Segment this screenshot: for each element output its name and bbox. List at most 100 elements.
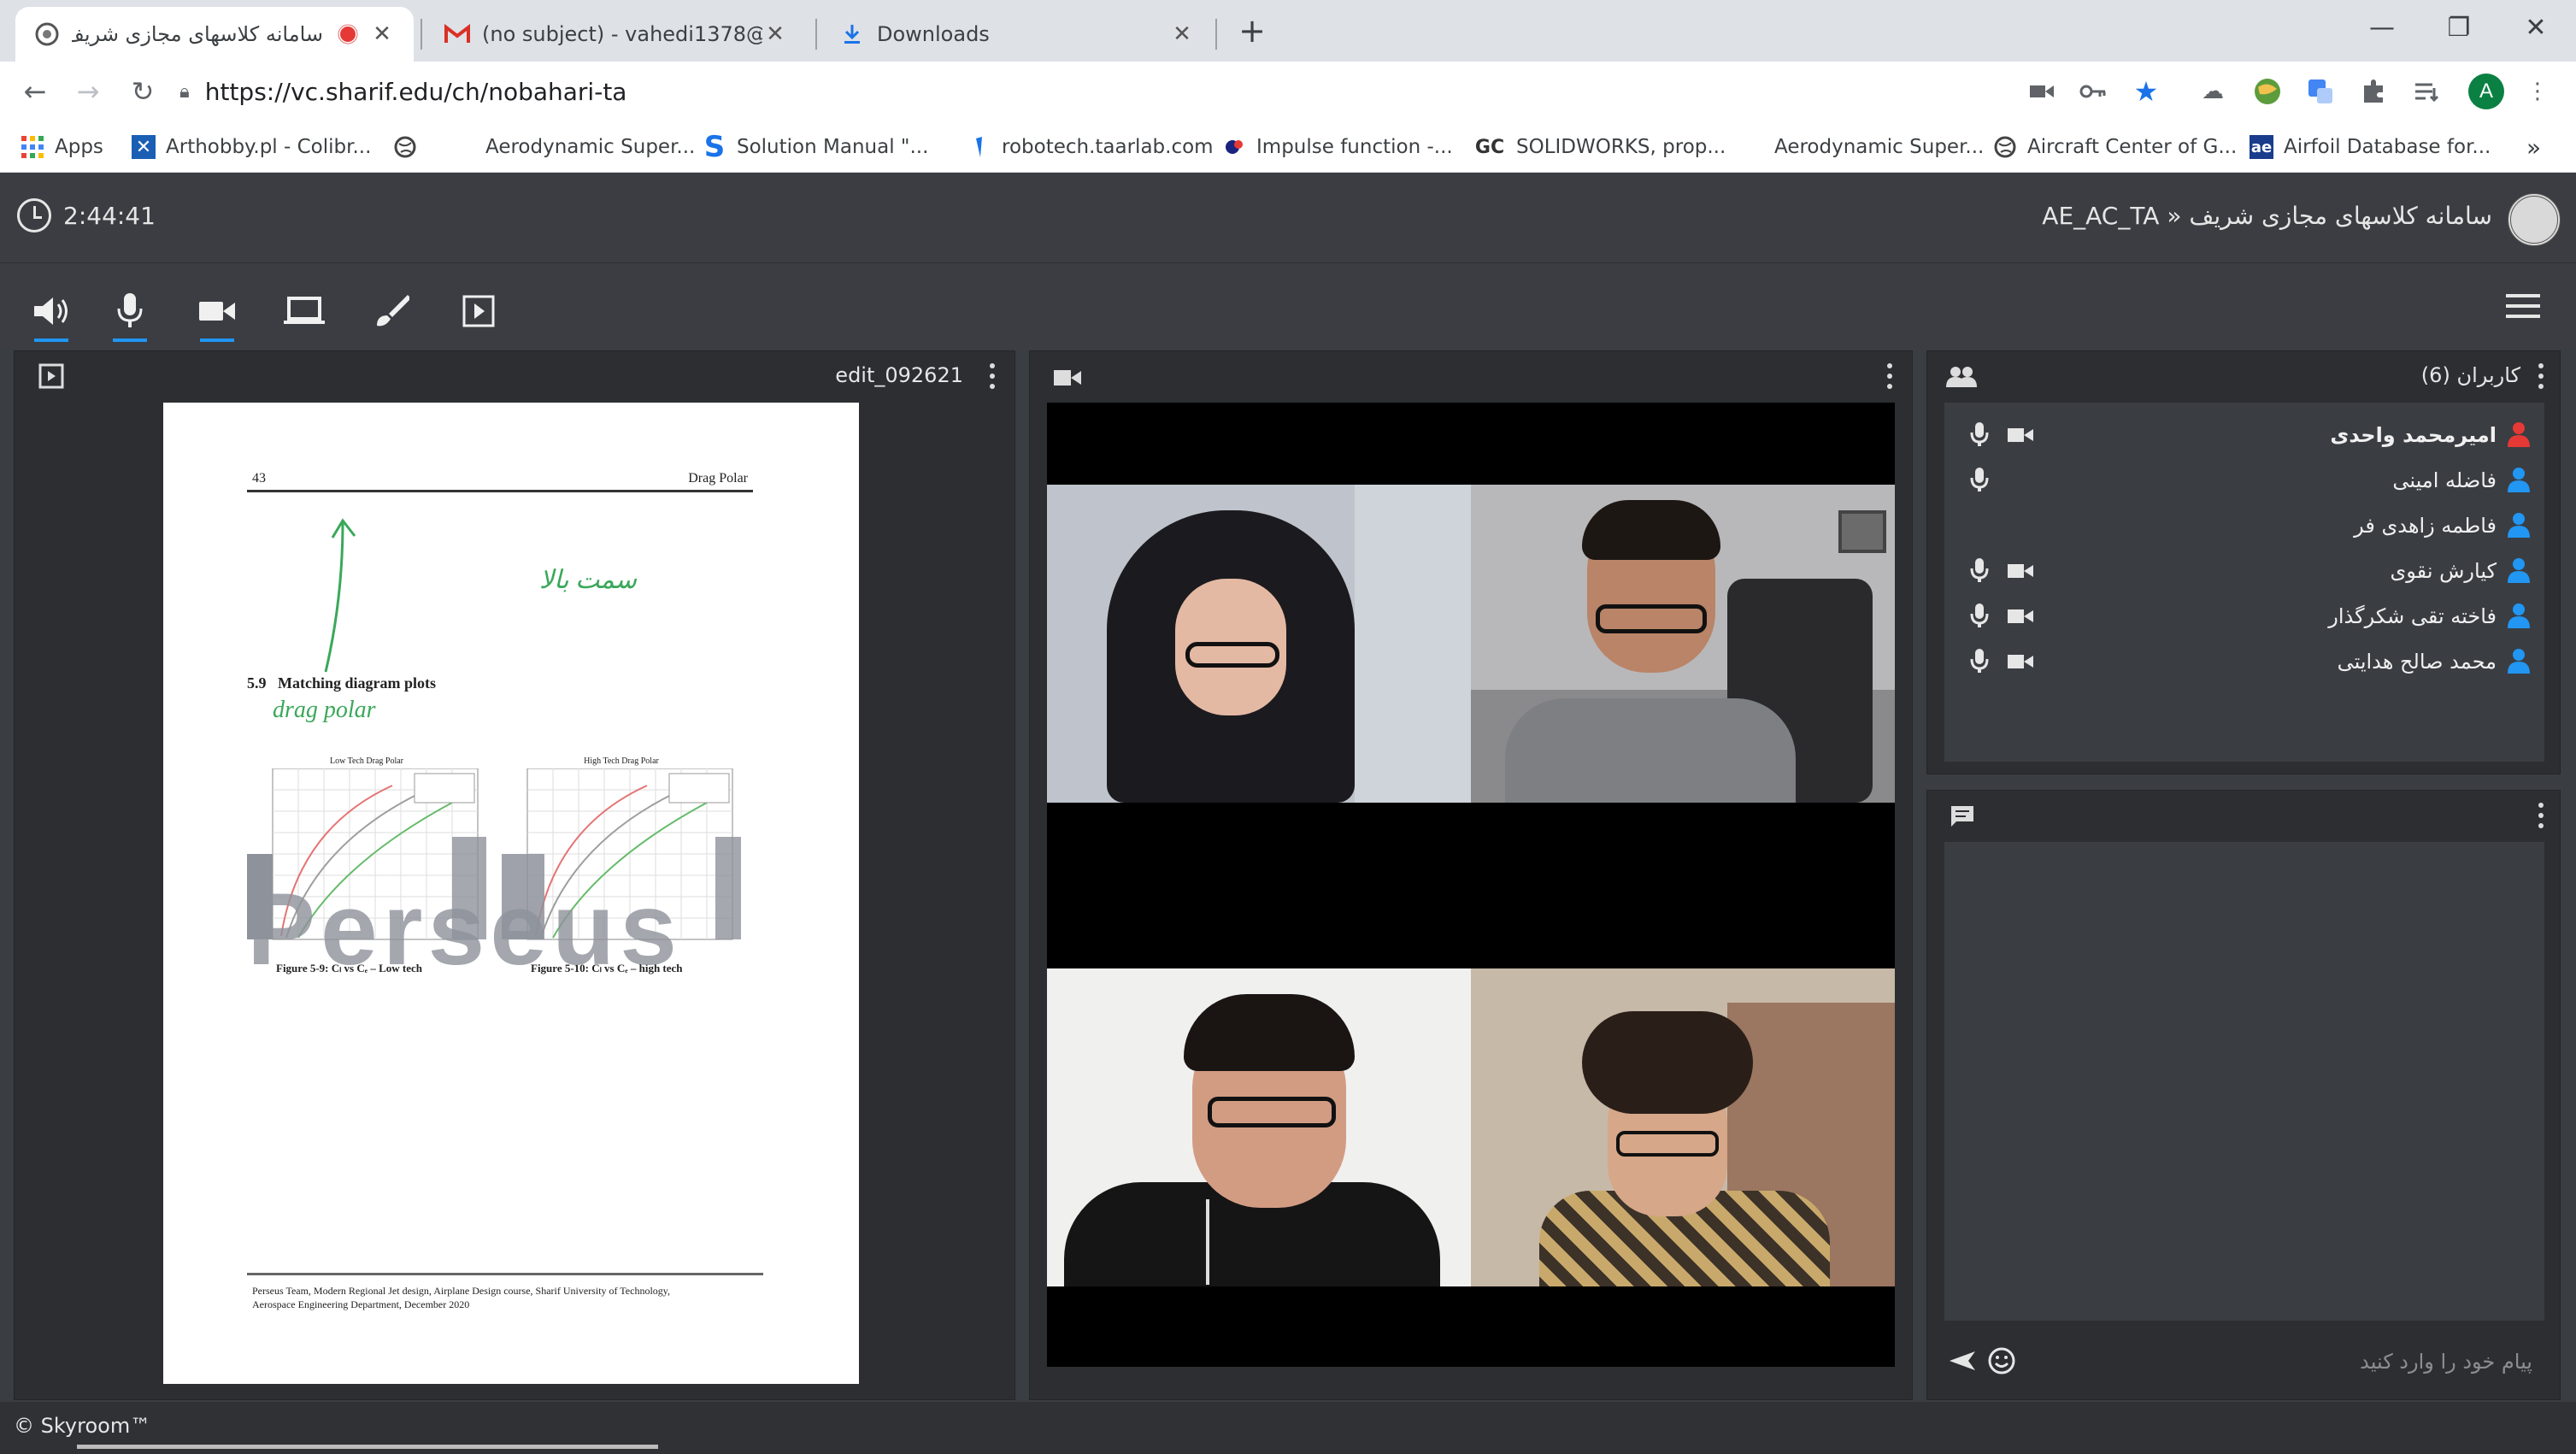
- reading-list-icon[interactable]: [2410, 75, 2443, 108]
- sharif-logo-icon: [34, 21, 60, 47]
- microphone-icon[interactable]: [1970, 648, 1989, 677]
- send-icon[interactable]: [1948, 1348, 1977, 1374]
- video-tile-participant-4[interactable]: [1471, 968, 1895, 1286]
- video-camera-icon[interactable]: [2008, 608, 2033, 628]
- bookmarks-bar: Apps ✕ Arthobby.pl - Colibr... Aerodynam…: [0, 121, 2576, 173]
- more-vertical-icon[interactable]: [1885, 363, 1895, 389]
- forward-arrow-icon[interactable]: →: [68, 72, 108, 111]
- whiteboard-button[interactable]: [368, 287, 415, 335]
- camera-indicator-icon[interactable]: [2026, 75, 2058, 108]
- microphone-button[interactable]: [106, 287, 154, 342]
- hamburger-menu-icon[interactable]: [2506, 294, 2540, 320]
- header-rule: [247, 490, 753, 492]
- bookmark-apps[interactable]: Apps: [21, 130, 103, 164]
- more-vertical-icon[interactable]: [2536, 363, 2546, 389]
- microphone-icon[interactable]: [1970, 603, 1989, 632]
- timer-text: 2:44:41: [63, 201, 156, 230]
- background-shelf: [1355, 485, 1471, 803]
- translate-icon[interactable]: [2304, 75, 2337, 108]
- screen-share-button[interactable]: [280, 287, 328, 335]
- bookmark-taarlab[interactable]: robotech.taarlab.com: [967, 130, 1214, 164]
- url-input[interactable]: 🔒︎ https://vc.sharif.edu/ch/nobahari-ta: [179, 70, 1966, 113]
- back-arrow-icon[interactable]: ←: [15, 72, 55, 111]
- bookmark-airfoil-db[interactable]: ae Airfoil Database for...: [2250, 130, 2491, 164]
- close-icon[interactable]: ✕: [369, 21, 395, 47]
- browser-tab-strip: سامانه کلاسهای مجازی شریف ✕ (no subject)…: [0, 0, 2576, 62]
- app-footer: © Skyroom™: [0, 1402, 2576, 1454]
- more-vertical-icon[interactable]: ⋮: [2521, 75, 2554, 108]
- tab-downloads[interactable]: Downloads ✕: [820, 7, 1214, 62]
- microphone-icon: [117, 293, 143, 327]
- video-tile-participant-3[interactable]: [1047, 968, 1471, 1286]
- taarlab-icon: [967, 135, 991, 159]
- bookmarks-overflow-icon[interactable]: »: [2526, 130, 2541, 164]
- user-list-item[interactable]: فاطمه زاهدی فر: [1944, 503, 2544, 550]
- camera-button[interactable]: [193, 287, 241, 342]
- emoji-icon[interactable]: [1987, 1346, 2016, 1375]
- tab-title: سامانه کلاسهای مجازی شریف: [72, 22, 323, 46]
- bookmark-solution-manual[interactable]: S Solution Manual "...: [703, 130, 929, 164]
- close-window-button[interactable]: ✕: [2497, 7, 2574, 50]
- minimize-button[interactable]: —: [2344, 7, 2420, 50]
- profile-avatar[interactable]: A: [2468, 74, 2504, 109]
- s-icon: S: [703, 130, 726, 164]
- new-tab-button[interactable]: +: [1235, 12, 1269, 50]
- bookmark-aircraft-center[interactable]: Aircraft Center of G...: [1993, 130, 2237, 164]
- video-tile-participant-2[interactable]: [1471, 485, 1895, 803]
- users-panel-title: کاربران (6): [2420, 363, 2520, 387]
- play-box-icon: [462, 295, 495, 327]
- extension-globe-icon[interactable]: [2251, 75, 2284, 108]
- chat-input[interactable]: پیام خود را وارد کنید: [1944, 1334, 2544, 1389]
- chat-placeholder: پیام خود را وارد کنید: [2360, 1350, 2532, 1374]
- close-icon[interactable]: ✕: [762, 21, 788, 47]
- user-list-item[interactable]: امیرمحمد واحدی: [1944, 413, 2544, 459]
- panel-minimize-icon[interactable]: [38, 363, 64, 389]
- microphone-icon[interactable]: [1970, 557, 1989, 586]
- bookmark-aerodynamic-2[interactable]: Aerodynamic Super...: [1774, 130, 1984, 164]
- user-list-item[interactable]: فاضله امینی: [1944, 458, 2544, 504]
- bookmark-impulse[interactable]: Impulse function -...: [1222, 130, 1453, 164]
- microphone-icon[interactable]: [1970, 467, 1989, 496]
- video-camera-icon[interactable]: [2008, 427, 2033, 447]
- user-name: امیرمحمد واحدی: [2330, 423, 2497, 447]
- tab-gmail[interactable]: (no subject) - vahedi1378@gmail ✕: [426, 7, 807, 62]
- bookmark-aerodynamic-1[interactable]: Aerodynamic Super...: [485, 130, 695, 164]
- hair: [1582, 500, 1720, 560]
- speaker-button[interactable]: [27, 287, 75, 342]
- microphone-icon[interactable]: [1970, 421, 1989, 450]
- video-panel: [1029, 350, 1913, 1400]
- video-camera-icon[interactable]: [2008, 562, 2033, 583]
- chat-icon: [1951, 806, 1973, 827]
- close-icon[interactable]: ✕: [1169, 21, 1195, 47]
- tab-title: (no subject) - vahedi1378@gmail: [482, 22, 762, 46]
- more-vertical-icon[interactable]: [987, 363, 997, 389]
- bookmark-star-icon[interactable]: ★: [2130, 75, 2162, 108]
- glasses: [1185, 642, 1279, 668]
- user-list-item[interactable]: محمد صالح هدایتی: [1944, 639, 2544, 686]
- user-list-item[interactable]: فاخته تقی شکرگذار: [1944, 594, 2544, 640]
- bookmark-solidworks[interactable]: GC SOLIDWORKS, prop...: [1473, 130, 1726, 164]
- more-vertical-icon[interactable]: [2536, 803, 2546, 828]
- user-list-item[interactable]: کیارش نقوی: [1944, 549, 2544, 595]
- key-icon[interactable]: [2077, 75, 2109, 108]
- tab-title: Downloads: [877, 22, 990, 46]
- video-camera-icon[interactable]: [2008, 653, 2033, 674]
- page-title: سامانه کلاسهای مجازی شریف « AE_AC_TA: [2042, 202, 2492, 230]
- horizontal-scrollbar[interactable]: [77, 1445, 658, 1449]
- video-camera-icon: [199, 302, 235, 321]
- video-tile-participant-1[interactable]: [1047, 485, 1471, 803]
- glasses: [1596, 604, 1707, 633]
- handwritten-note: سمت بالا: [539, 566, 638, 594]
- presentation-button[interactable]: [455, 287, 503, 335]
- extension-cloud-icon[interactable]: ☁: [2197, 75, 2229, 108]
- restore-button[interactable]: ❐: [2420, 7, 2497, 50]
- bookmark-arthobby[interactable]: ✕ Arthobby.pl - Colibr...: [132, 130, 371, 164]
- puzzle-icon[interactable]: [2357, 75, 2390, 108]
- tab-skyroom[interactable]: سامانه کلاسهای مجازی شریف ✕: [15, 7, 414, 62]
- download-icon: [839, 21, 865, 47]
- apps-grid-icon: [21, 135, 44, 159]
- bookmark-globe[interactable]: [393, 130, 427, 164]
- chat-messages: [1944, 842, 2544, 1321]
- reload-icon[interactable]: ↻: [123, 72, 162, 111]
- url-text: https://vc.sharif.edu/ch/nobahari-ta: [204, 77, 627, 106]
